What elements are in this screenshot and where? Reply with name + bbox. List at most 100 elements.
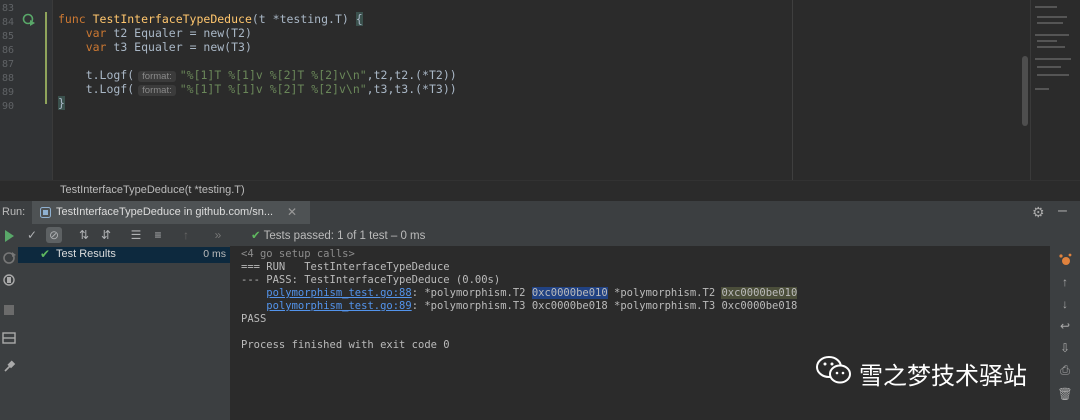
run-side-toolbar: [0, 224, 19, 420]
close-icon[interactable]: ✕: [287, 205, 297, 219]
previous-failed-icon[interactable]: ↑: [178, 227, 194, 243]
keyword: var: [85, 26, 114, 40]
function-name: TestInterfaceTypeDeduce: [92, 12, 252, 26]
rerun-failed-icon[interactable]: [1, 250, 17, 266]
right-margin-guide: [792, 0, 793, 180]
line-number: 88: [1, 73, 14, 84]
trash-icon[interactable]: 🗑: [1056, 386, 1074, 402]
code-line[interactable]: func TestInterfaceTypeDeduce(t *testing.…: [58, 12, 363, 26]
code-editor[interactable]: 83 84 85 86 87 88 89 90 func TestInterfa…: [0, 0, 1080, 180]
show-ignored-icon[interactable]: ⊘: [46, 227, 62, 243]
go-test-icon: [40, 207, 51, 218]
status-prefix: Tests passed:: [263, 230, 334, 242]
line-number: 84: [1, 17, 14, 28]
address-highlight: 0xc0000be010: [531, 287, 608, 299]
pass-check-icon: ✔: [40, 247, 51, 261]
run-toolwindow-header: Run: TestInterfaceTypeDeduce in github.c…: [0, 200, 1080, 226]
more-icon[interactable]: »: [210, 227, 226, 243]
arrow-up-icon[interactable]: ↑: [1056, 274, 1074, 290]
status-detail: 1 of 1 test – 0 ms: [333, 230, 426, 242]
editor-scrollbar[interactable]: [1022, 56, 1028, 126]
line-number: 85: [1, 31, 14, 42]
string-literal: "%[1]T %[1]v %[2]T %[2]v\n": [179, 82, 367, 96]
test-status: ✔ Tests passed: 1 of 1 test – 0 ms: [251, 228, 425, 242]
log-text: : *polymorphism.T3: [411, 300, 532, 312]
brace: {: [355, 12, 363, 26]
console-line: --- PASS: TestInterfaceTypeDeduce (0.00s…: [241, 274, 501, 286]
code-text: (t *testing.T): [251, 12, 356, 26]
code-line[interactable]: }: [58, 96, 65, 110]
code-text: ,t3,t3.(*T3)): [366, 82, 457, 96]
console-line[interactable]: <4 go setup calls>: [241, 248, 355, 260]
breadcrumb[interactable]: TestInterfaceTypeDeduce(t *testing.T): [0, 180, 1080, 201]
soft-wrap-icon[interactable]: ↩: [1056, 318, 1074, 334]
console-line: Process finished with exit code 0: [241, 339, 450, 351]
keyword: var: [85, 40, 114, 54]
log-text: : *polymorphism.T2: [411, 287, 532, 299]
line-number: 83: [1, 3, 14, 14]
test-results-tree[interactable]: ✔ Test Results 0 ms: [18, 246, 231, 420]
stop-icon[interactable]: [1, 302, 17, 318]
show-passed-check-icon[interactable]: ✓: [24, 227, 40, 243]
test-results-row[interactable]: ✔ Test Results 0 ms: [18, 247, 230, 263]
string-literal: "%[1]T %[1]v %[2]T %[2]v\n": [179, 68, 367, 82]
expand-all-icon[interactable]: ☰: [128, 227, 144, 243]
code-text: t3 Equaler = new(T3): [113, 40, 252, 54]
gear-icon[interactable]: ⚙: [1032, 204, 1045, 221]
line-number: 87: [1, 59, 14, 70]
test-runner-toolbar: ✓ ⊘ ⇅ ⇵ ☰ ≡ ↑ » ✔ Tests passed: 1 of 1 t…: [18, 224, 1080, 247]
console-line: polymorphism_test.go:88: *polymorphism.T…: [241, 287, 798, 299]
console-output[interactable]: <4 go setup calls> === RUN TestInterface…: [231, 246, 1049, 420]
sort-alphabetically-icon[interactable]: ⇅: [76, 227, 92, 243]
console-side-toolbar: ↑ ↓ ↩ ⇩ ⎙ 🗑: [1050, 246, 1080, 420]
code-text: t2 Equaler = new(T2): [113, 26, 252, 40]
address-value: 0xc0000be018: [721, 300, 798, 312]
code-line[interactable]: t.Logf(format: "%[1]T %[1]v %[2]T %[2]v\n…: [58, 68, 457, 82]
scroll-to-end-icon[interactable]: ⇩: [1056, 340, 1074, 356]
run-configuration-tab[interactable]: TestInterfaceTypeDeduce in github.com/sn…: [32, 201, 310, 225]
line-number: 89: [1, 87, 14, 98]
test-duration: 0 ms: [203, 248, 226, 260]
pin-icon[interactable]: [1, 358, 17, 374]
console-line: polymorphism_test.go:89: *polymorphism.T…: [241, 300, 797, 312]
line-number: 90: [1, 101, 14, 112]
code-line[interactable]: var t3 Equaler = new(T3): [58, 40, 252, 54]
parameter-hint: format:: [138, 71, 176, 82]
editor-minimap[interactable]: [1030, 0, 1080, 180]
brace: }: [58, 96, 65, 110]
toggle-auto-test-icon[interactable]: [1, 272, 17, 288]
console-line: PASS: [241, 313, 267, 325]
line-number: 86: [1, 45, 14, 56]
play-icon[interactable]: [1, 228, 17, 244]
keyword: func: [58, 12, 93, 26]
code-line[interactable]: t.Logf(format: "%[1]T %[1]v %[2]T %[2]v\n…: [58, 82, 457, 96]
code-text: ,t2,t2.(*T2)): [366, 68, 457, 82]
gutter-separator: [52, 0, 53, 180]
run-test-gutter-icon[interactable]: [22, 12, 36, 26]
sort-by-duration-icon[interactable]: ⇵: [98, 227, 114, 243]
collapse-all-icon[interactable]: ≡: [150, 227, 166, 243]
print-icon[interactable]: ⎙: [1056, 362, 1074, 378]
minimize-icon[interactable]: –: [1058, 202, 1067, 220]
watermark-text: 雪之梦技术驿站: [859, 362, 1027, 390]
address-highlight: 0xc0000be010: [721, 287, 798, 299]
scope-indicator: [45, 12, 47, 104]
wechat-logo-icon: [816, 356, 851, 384]
source-link[interactable]: polymorphism_test.go:89: [266, 300, 411, 312]
bug-icon[interactable]: [1056, 252, 1074, 268]
source-link[interactable]: polymorphism_test.go:88: [266, 287, 411, 299]
parameter-hint: format:: [138, 85, 176, 96]
log-text: *polymorphism.T3: [607, 300, 722, 312]
tree-node-label: Test Results: [56, 248, 116, 260]
breadcrumb-item[interactable]: TestInterfaceTypeDeduce(t *testing.T): [60, 184, 245, 196]
arrow-down-icon[interactable]: ↓: [1056, 296, 1074, 312]
address-value: 0xc0000be018: [531, 300, 608, 312]
run-tab-title: TestInterfaceTypeDeduce in github.com/sn…: [56, 206, 274, 218]
code-text: t.Logf(: [58, 82, 135, 96]
pass-check-icon: ✔: [251, 230, 261, 242]
run-label: Run:: [2, 206, 26, 218]
layout-icon[interactable]: [1, 330, 17, 346]
code-line[interactable]: var t2 Equaler = new(T2): [58, 26, 252, 40]
